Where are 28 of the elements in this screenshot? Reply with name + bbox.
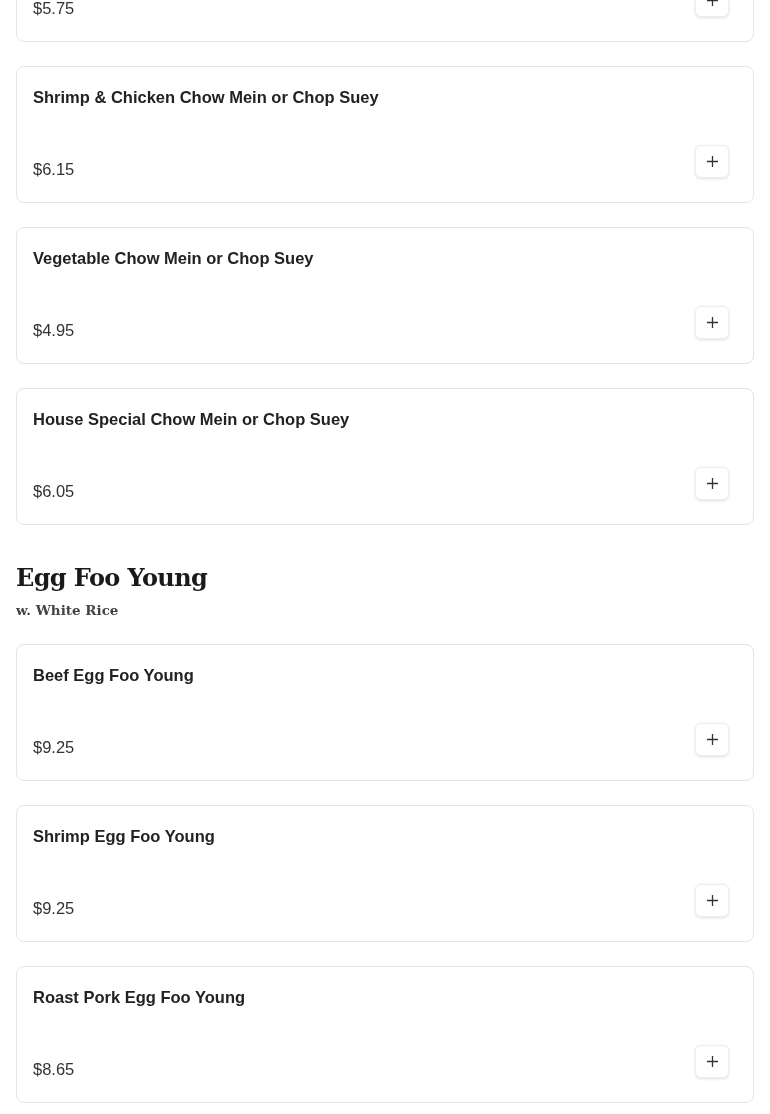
- item-name: Vegetable Chow Mein or Chop Suey: [33, 248, 315, 268]
- menu-item-card[interactable]: Vegetable Chow Mein or Chop Suey $4.95: [16, 227, 754, 364]
- item-price: $6.15: [33, 159, 75, 179]
- menu-item-card[interactable]: $5.75: [16, 0, 754, 42]
- plus-icon: [706, 734, 718, 745]
- plus-icon: [706, 1056, 718, 1067]
- plus-icon: [706, 156, 718, 167]
- item-price: $9.25: [33, 737, 75, 757]
- menu-item-card[interactable]: Roast Pork Egg Foo Young $8.65: [16, 966, 754, 1103]
- item-price: $9.25: [33, 898, 75, 918]
- plus-icon: [706, 317, 718, 328]
- menu-item-card[interactable]: Beef Egg Foo Young $9.25: [16, 644, 754, 781]
- menu-item-card[interactable]: Shrimp & Chicken Chow Mein or Chop Suey $6.15: [16, 66, 754, 203]
- item-name: Beef Egg Foo Young: [33, 665, 195, 685]
- plus-icon: [706, 895, 718, 906]
- item-price: $4.95: [33, 320, 75, 340]
- section-subtitle: w. White Rice: [16, 601, 120, 620]
- item-name: Shrimp Egg Foo Young: [33, 826, 216, 846]
- menu-item-card[interactable]: Shrimp Egg Foo Young $9.25: [16, 805, 754, 942]
- menu-item-card[interactable]: House Special Chow Mein or Chop Suey $6.05: [16, 388, 754, 525]
- plus-icon: [706, 478, 718, 489]
- section-title: Egg Foo Young: [16, 562, 209, 594]
- item-price: $8.65: [33, 1059, 75, 1079]
- item-name: Shrimp & Chicken Chow Mein or Chop Suey: [33, 87, 380, 107]
- item-price: $6.05: [33, 481, 75, 501]
- item-price: $5.75: [33, 0, 75, 18]
- item-name: Roast Pork Egg Foo Young: [33, 987, 247, 1007]
- item-name: House Special Chow Mein or Chop Suey: [33, 409, 351, 429]
